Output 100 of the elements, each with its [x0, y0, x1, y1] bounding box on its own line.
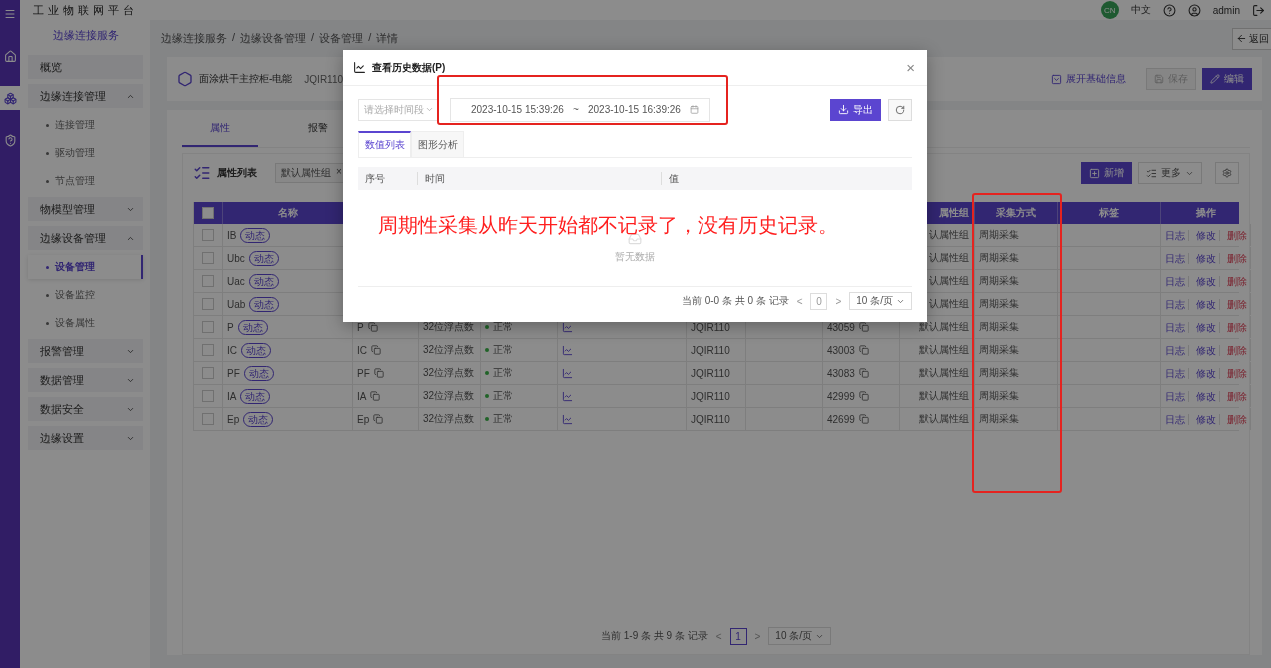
table-cell: Ep — [357, 413, 370, 425]
sidebar-item[interactable]: 边缘设置 — [28, 426, 143, 450]
period-select[interactable]: 请选择时间段 — [358, 98, 438, 121]
row-action-link[interactable]: 日志 — [1161, 275, 1189, 287]
row-action-link[interactable]: 删除 — [1223, 367, 1250, 379]
tag-close-button[interactable]: × — [336, 166, 342, 180]
previous-page-button[interactable]: < — [715, 630, 722, 642]
next-page-button[interactable]: > — [754, 630, 761, 642]
row-checkbox[interactable] — [202, 321, 214, 333]
settings-button[interactable] — [1215, 162, 1239, 184]
page-number[interactable]: 1 — [729, 627, 747, 645]
more-button[interactable]: 更多 — [1138, 162, 1202, 184]
close-button[interactable]: × — [906, 59, 915, 76]
row-checkbox[interactable] — [202, 413, 214, 425]
select-all-checkbox[interactable] — [202, 207, 214, 219]
row-action-link[interactable]: 修改 — [1192, 344, 1220, 356]
help-icon[interactable] — [1162, 3, 1176, 17]
language-avatar[interactable]: CN — [1100, 1, 1119, 19]
edit-button[interactable]: 编辑 — [1202, 68, 1252, 90]
sidebar-subitem[interactable]: 驱动管理 — [28, 141, 143, 165]
row-action-link[interactable]: 日志 — [1161, 367, 1189, 379]
export-button[interactable]: 导出 — [830, 98, 881, 121]
column-header: 属性组 — [939, 206, 969, 220]
row-action-link[interactable]: 修改 — [1192, 367, 1220, 379]
sidebar-item[interactable]: 边缘设备管理 — [28, 226, 143, 250]
row-action-link[interactable]: 修改 — [1192, 252, 1220, 264]
copy-icon[interactable] — [370, 391, 381, 401]
row-action-link[interactable]: 日志 — [1161, 390, 1189, 402]
back-button[interactable]: 返回 — [1232, 27, 1271, 50]
row-action-link[interactable]: 日志 — [1161, 229, 1189, 241]
row-action-link[interactable]: 删除 — [1223, 344, 1250, 356]
add-button[interactable]: 新增 — [1081, 162, 1132, 184]
expand-info-button[interactable]: 展开基础信息 — [1051, 72, 1126, 86]
row-checkbox[interactable] — [202, 229, 214, 241]
row-action-link[interactable]: 修改 — [1192, 275, 1220, 287]
dialog-tab[interactable]: 数值列表 — [358, 131, 411, 157]
breadcrumb-item[interactable]: 边缘设备管理 — [240, 31, 307, 46]
sidebar-item[interactable]: 物模型管理 — [28, 197, 143, 221]
row-action-link[interactable]: 日志 — [1161, 252, 1189, 264]
copy-icon[interactable] — [367, 322, 378, 332]
date-range-field[interactable]: 2023-10-15 15:39:26 ~ 2023-10-15 16:39:26 — [450, 97, 710, 122]
sidebar-item[interactable]: 报警管理 — [28, 339, 143, 363]
user-name[interactable]: admin — [1212, 4, 1240, 16]
row-checkbox[interactable] — [202, 390, 214, 402]
breadcrumb-item[interactable]: 设备管理 — [319, 31, 364, 46]
row-checkbox[interactable] — [202, 252, 214, 264]
sidebar-subitem[interactable]: 设备监控 — [28, 283, 143, 307]
sidebar-item[interactable]: 数据安全 — [28, 397, 143, 421]
row-action-link[interactable]: 日志 — [1161, 344, 1189, 356]
row-checkbox[interactable] — [202, 275, 214, 287]
copy-icon[interactable] — [858, 345, 869, 355]
sidebar-item[interactable]: 边缘连接管理 — [28, 84, 143, 108]
sidebar-subitem[interactable]: 设备管理 — [28, 255, 143, 279]
row-checkbox[interactable] — [202, 344, 214, 356]
copy-icon[interactable] — [373, 368, 384, 378]
sidebar-subitem[interactable]: 设备属性 — [28, 311, 143, 335]
copy-icon[interactable] — [858, 414, 869, 424]
dialog-tab[interactable]: 图形分析 — [411, 131, 464, 157]
next-page-button[interactable]: > — [835, 295, 842, 307]
sidebar-item[interactable]: 概览 — [28, 55, 143, 79]
row-action-link[interactable]: 删除 — [1223, 390, 1250, 402]
row-checkbox[interactable] — [202, 298, 214, 310]
row-action-link[interactable]: 删除 — [1223, 321, 1250, 333]
copy-icon[interactable] — [858, 368, 869, 378]
tab[interactable]: 属性 — [182, 110, 258, 147]
copy-icon[interactable] — [858, 391, 869, 401]
row-action-link[interactable]: 删除 — [1223, 413, 1250, 425]
logout-icon[interactable] — [1252, 3, 1265, 17]
row-action-link[interactable]: 修改 — [1192, 229, 1220, 241]
row-action-link[interactable]: 修改 — [1192, 413, 1220, 425]
row-action-link[interactable]: 修改 — [1192, 321, 1220, 333]
copy-icon[interactable] — [373, 414, 384, 424]
refresh-button[interactable] — [888, 98, 912, 121]
row-action-link[interactable]: 删除 — [1223, 275, 1250, 287]
boxes-icon[interactable] — [0, 86, 20, 110]
row-action-link[interactable]: 日志 — [1161, 321, 1189, 333]
sidebar-item[interactable]: 数据管理 — [28, 368, 143, 392]
sidebar-subitem[interactable]: 节点管理 — [28, 169, 143, 193]
row-action-link[interactable]: 修改 — [1192, 298, 1220, 310]
language-label[interactable]: 中文 — [1130, 3, 1151, 17]
row-checkbox[interactable] — [202, 367, 214, 379]
tab[interactable]: 报警 — [280, 110, 356, 147]
row-action-link[interactable]: 日志 — [1161, 298, 1189, 310]
copy-icon[interactable] — [371, 345, 381, 355]
breadcrumb-item[interactable]: 边缘连接服务 — [161, 31, 227, 46]
page-number[interactable]: 0 — [810, 292, 828, 310]
table-cell: JQIR110 — [691, 344, 730, 356]
row-action-link[interactable]: 日志 — [1161, 413, 1189, 425]
row-action-link[interactable]: 删除 — [1223, 229, 1250, 241]
row-action-link[interactable]: 删除 — [1223, 252, 1250, 264]
user-icon[interactable] — [1187, 3, 1201, 17]
previous-page-button[interactable]: < — [796, 295, 803, 307]
table-cell: IA — [357, 390, 367, 402]
page-size-select[interactable]: 10 条/页 — [849, 292, 912, 310]
chart-icon[interactable] — [562, 321, 573, 333]
row-action-link[interactable]: 修改 — [1192, 390, 1220, 402]
copy-icon[interactable] — [858, 322, 869, 332]
sidebar-subitem[interactable]: 连接管理 — [28, 113, 143, 137]
page-size-select[interactable]: 10 条/页 — [768, 627, 832, 645]
row-action-link[interactable]: 删除 — [1223, 298, 1250, 310]
